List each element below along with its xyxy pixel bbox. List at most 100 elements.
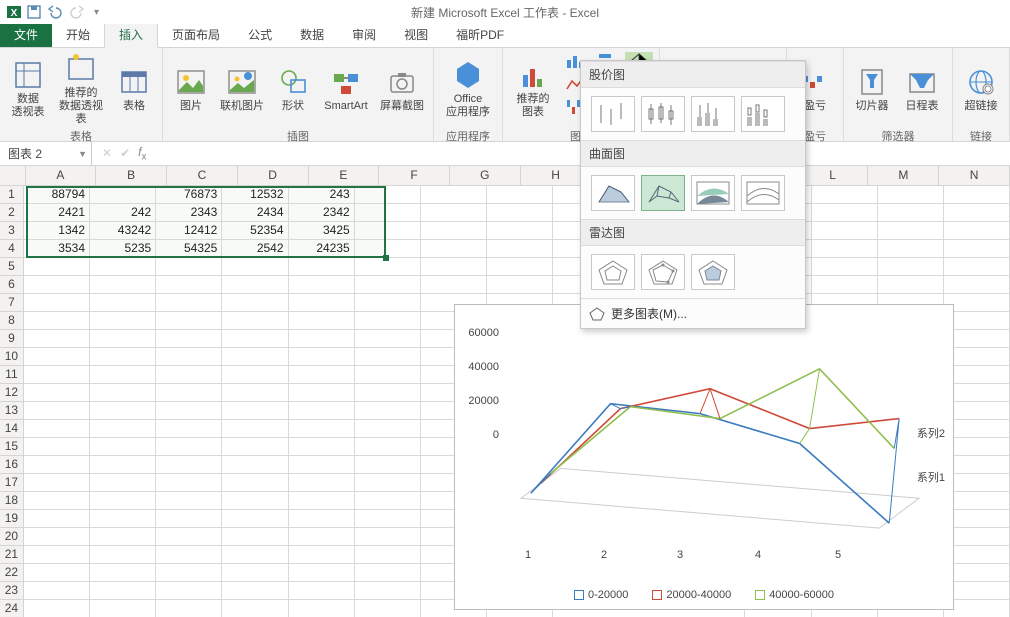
cell[interactable] [24, 384, 90, 402]
cell[interactable] [90, 348, 156, 366]
cell[interactable] [355, 222, 421, 240]
cell[interactable] [24, 258, 90, 276]
save-icon[interactable] [26, 4, 42, 20]
col-C[interactable]: C [167, 166, 238, 185]
tab-file[interactable]: 文件 [0, 22, 52, 47]
cell[interactable]: 2342 [289, 204, 355, 222]
row-header[interactable]: 24 [0, 600, 24, 617]
cell[interactable] [24, 294, 90, 312]
cell[interactable] [487, 222, 553, 240]
cell[interactable] [812, 222, 878, 240]
name-box-dropdown-icon[interactable]: ▼ [78, 149, 87, 159]
cell[interactable] [90, 330, 156, 348]
tab-data[interactable]: 数据 [286, 22, 338, 47]
shapes-button[interactable]: 形状 [271, 52, 315, 126]
cell[interactable] [421, 186, 487, 204]
cell[interactable]: 2542 [222, 240, 288, 258]
cell[interactable] [421, 258, 487, 276]
recommended-charts-button[interactable]: 推荐的图表 [509, 52, 557, 126]
stock-chart-2[interactable] [641, 96, 685, 132]
cell[interactable] [156, 312, 222, 330]
cell[interactable] [90, 456, 156, 474]
radar-chart-1[interactable] [591, 254, 635, 290]
cell[interactable] [156, 600, 222, 617]
cell[interactable] [24, 276, 90, 294]
cell[interactable] [944, 276, 1010, 294]
radar-chart-3[interactable] [691, 254, 735, 290]
hyperlink-button[interactable]: 超链接 [959, 52, 1003, 126]
cell[interactable] [289, 510, 355, 528]
cell[interactable] [156, 582, 222, 600]
row-header[interactable]: 12 [0, 384, 24, 402]
cell[interactable] [355, 438, 421, 456]
cell[interactable] [24, 456, 90, 474]
cell[interactable] [222, 402, 288, 420]
cell[interactable] [156, 420, 222, 438]
cell[interactable] [90, 186, 156, 204]
row-header[interactable]: 15 [0, 438, 24, 456]
surface-chart-wireframe-3d[interactable] [641, 175, 685, 211]
cell[interactable]: 2421 [24, 204, 90, 222]
smartart-button[interactable]: SmartArt [319, 52, 373, 126]
online-pictures-button[interactable]: 联机图片 [217, 52, 267, 126]
surface-chart-3d[interactable] [591, 175, 635, 211]
cancel-icon[interactable]: ✕ [102, 146, 112, 160]
cell[interactable]: 3425 [289, 222, 355, 240]
cell[interactable] [90, 582, 156, 600]
cell[interactable] [156, 492, 222, 510]
cell[interactable] [90, 564, 156, 582]
redo-icon[interactable] [70, 4, 90, 20]
row-header[interactable]: 21 [0, 546, 24, 564]
table-button[interactable]: 表格 [112, 52, 156, 126]
cell[interactable] [90, 258, 156, 276]
row-header[interactable]: 23 [0, 582, 24, 600]
timeline-button[interactable]: 日程表 [898, 52, 946, 126]
row-header[interactable]: 20 [0, 528, 24, 546]
cell[interactable] [24, 348, 90, 366]
cell[interactable] [289, 384, 355, 402]
enter-icon[interactable]: ✔ [120, 146, 130, 160]
cell[interactable]: 243 [289, 186, 355, 204]
cell[interactable]: 24235 [289, 240, 355, 258]
cell[interactable] [944, 258, 1010, 276]
row-header[interactable]: 1 [0, 186, 24, 204]
row-header[interactable]: 10 [0, 348, 24, 366]
cell[interactable]: 12532 [222, 186, 288, 204]
row-header[interactable]: 16 [0, 456, 24, 474]
cell[interactable] [222, 384, 288, 402]
screenshot-button[interactable]: 屏幕截图 [377, 52, 427, 126]
cell[interactable] [24, 402, 90, 420]
cell[interactable]: 43242 [90, 222, 156, 240]
cell[interactable] [24, 330, 90, 348]
cell[interactable] [355, 330, 421, 348]
cell[interactable] [90, 474, 156, 492]
cell[interactable] [289, 528, 355, 546]
cell[interactable] [24, 528, 90, 546]
cell[interactable] [355, 564, 421, 582]
cell[interactable] [24, 564, 90, 582]
more-charts-button[interactable]: 更多图表(M)... [581, 298, 805, 328]
col-E[interactable]: E [309, 166, 380, 185]
cell[interactable]: 12412 [156, 222, 222, 240]
cell[interactable] [355, 546, 421, 564]
cell[interactable] [289, 438, 355, 456]
stock-chart-3[interactable] [691, 96, 735, 132]
cell[interactable] [90, 600, 156, 617]
cell[interactable]: 54325 [156, 240, 222, 258]
cell[interactable] [24, 366, 90, 384]
tab-formulas[interactable]: 公式 [234, 22, 286, 47]
cell[interactable] [156, 456, 222, 474]
row-header[interactable]: 2 [0, 204, 24, 222]
row-header[interactable]: 8 [0, 312, 24, 330]
cell[interactable] [156, 366, 222, 384]
col-B[interactable]: B [96, 166, 167, 185]
cell[interactable] [156, 294, 222, 312]
cell[interactable] [24, 582, 90, 600]
cell[interactable] [90, 276, 156, 294]
row-header[interactable]: 3 [0, 222, 24, 240]
cell[interactable] [878, 276, 944, 294]
cell[interactable] [222, 348, 288, 366]
cell[interactable] [222, 492, 288, 510]
recommended-pivot-button[interactable]: 推荐的数据透视表 [54, 52, 108, 126]
cell[interactable] [222, 528, 288, 546]
